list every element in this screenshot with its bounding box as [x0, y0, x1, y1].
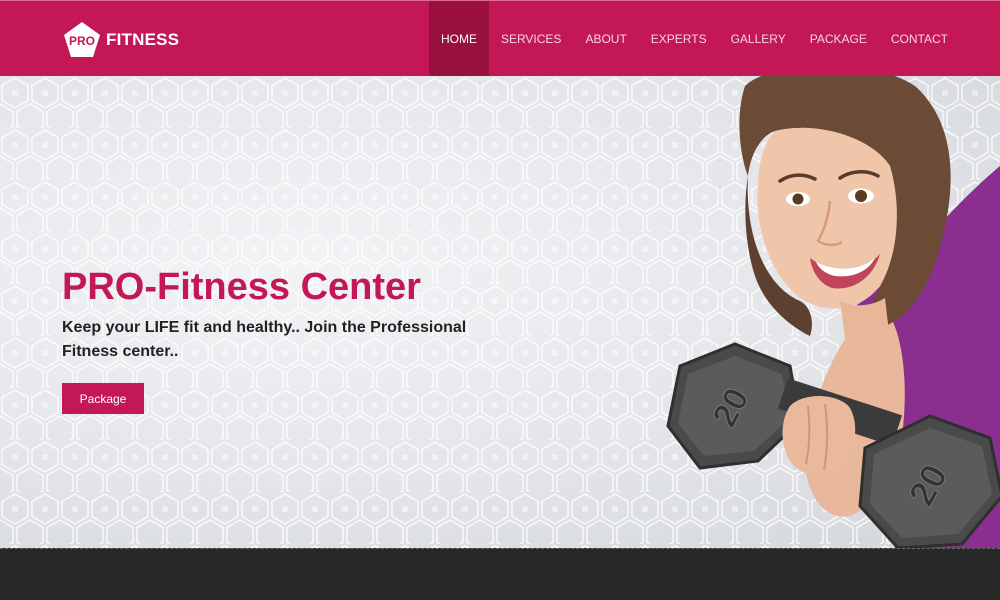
- nav-experts[interactable]: EXPERTS: [639, 1, 719, 76]
- nav-about[interactable]: ABOUT: [573, 1, 638, 76]
- hero-banner: PRO-Fitness Center Keep your LIFE fit an…: [0, 76, 1000, 548]
- logo-pentagon-icon: PRO: [64, 22, 100, 57]
- site-header: PRO FITNESS HOME SERVICES ABOUT EXPERTS …: [0, 0, 1000, 76]
- nav-package[interactable]: PACKAGE: [798, 1, 879, 76]
- hero-title: PRO-Fitness Center: [62, 266, 421, 308]
- nav-home[interactable]: HOME: [428, 1, 489, 76]
- woman-with-dumbbell-photo: 20 20: [666, 76, 1000, 548]
- nav-services[interactable]: SERVICES: [489, 1, 573, 76]
- dark-footer-strip: [0, 548, 1000, 600]
- hero-subtitle: Keep your LIFE fit and healthy.. Join th…: [62, 319, 467, 360]
- nav-contact[interactable]: CONTACT: [879, 1, 960, 76]
- main-nav: HOME SERVICES ABOUT EXPERTS GALLERY PACK…: [428, 1, 960, 76]
- nav-gallery[interactable]: GALLERY: [719, 1, 798, 76]
- logo[interactable]: PRO FITNESS: [62, 21, 179, 59]
- package-button[interactable]: Package: [62, 383, 144, 414]
- logo-text: FITNESS: [106, 30, 180, 49]
- logo-mark-text: PRO: [69, 34, 95, 48]
